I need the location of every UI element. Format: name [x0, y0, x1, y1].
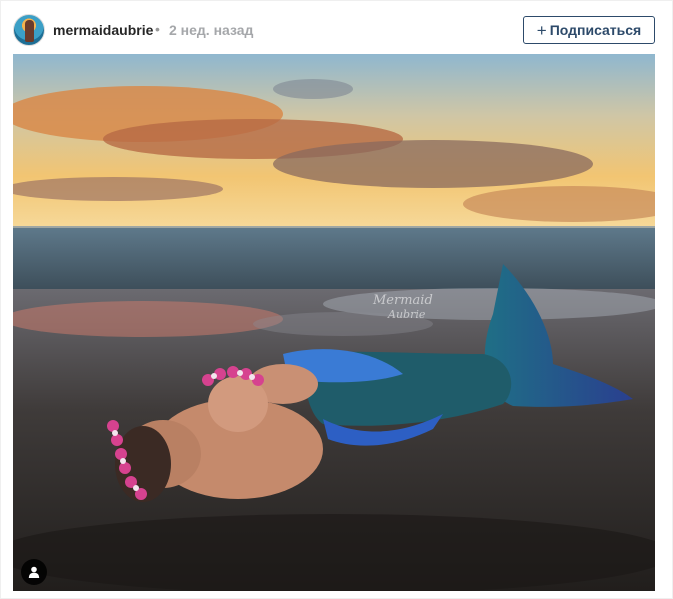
separator-dot: •: [155, 21, 160, 37]
plus-icon: +: [536, 20, 547, 40]
avatar[interactable]: [13, 14, 45, 46]
watermark-text-2: Aubrie: [387, 308, 426, 321]
username-link[interactable]: mermaidaubrie: [53, 22, 153, 38]
post-card: mermaidaubrie • 2 нед. назад + Подписать…: [0, 0, 673, 599]
post-timestamp[interactable]: 2 нед. назад: [169, 22, 253, 38]
photo-illustration: Mermaid Aubrie: [13, 54, 655, 591]
follow-button[interactable]: + Подписаться: [523, 16, 655, 44]
post-header: mermaidaubrie • 2 нед. назад + Подписать…: [1, 1, 673, 57]
follow-button-label: Подписаться: [549, 22, 642, 38]
watermark-text: Mermaid: [372, 293, 433, 308]
user-icon: [28, 566, 40, 578]
user-tag-button[interactable]: [21, 559, 47, 585]
post-photo[interactable]: Mermaid Aubrie: [13, 54, 655, 591]
